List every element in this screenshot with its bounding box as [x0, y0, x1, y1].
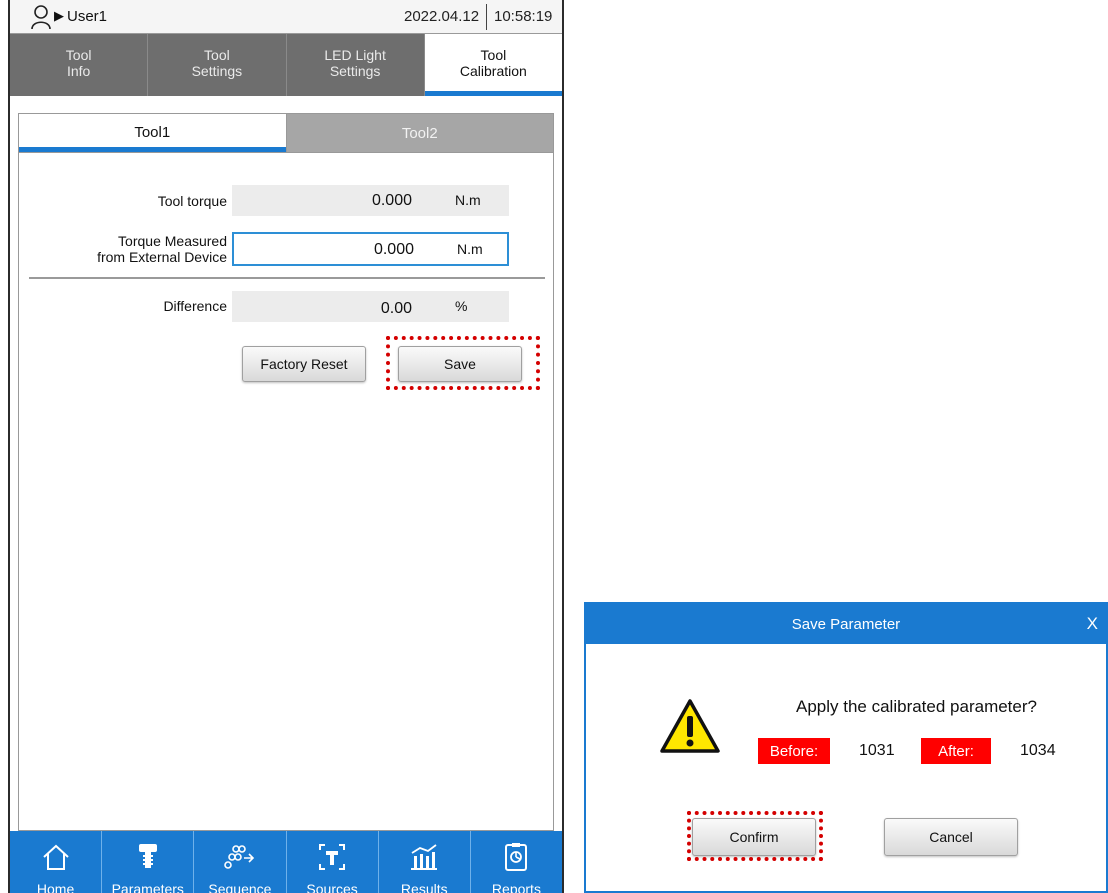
settings-tabs: Tool Info Tool Settings LED Light Settin…	[10, 34, 562, 96]
status-bar: ▶ User1 2022.04.12 10:58:19	[10, 0, 562, 34]
difference-unit: %	[455, 298, 468, 314]
nav-home[interactable]: Home	[10, 831, 103, 893]
user-name[interactable]: User1	[67, 8, 107, 25]
factory-reset-button[interactable]: Factory Reset	[242, 346, 366, 382]
nav-parameters[interactable]: Parameters	[102, 831, 195, 893]
tool-torque-field: 0.000 N.m	[232, 185, 509, 216]
nav-sequence[interactable]: Sequence	[194, 831, 287, 893]
nav-results[interactable]: Results	[379, 831, 471, 893]
tool-torque-value: 0.000	[371, 192, 412, 209]
tab-tool-settings[interactable]: Tool Settings	[148, 34, 287, 96]
nav-results-label: Results	[400, 881, 448, 893]
difference-label: Difference	[163, 298, 227, 314]
results-icon	[411, 844, 438, 870]
difference-field: 0.00 %	[232, 291, 509, 322]
cancel-button[interactable]: Cancel	[884, 818, 1018, 856]
save-highlight-marker	[386, 336, 540, 390]
reports-icon	[505, 843, 528, 871]
nav-sources[interactable]: Sources	[287, 831, 379, 893]
warning-icon	[660, 699, 720, 753]
nav-parameters-label: Parameters	[111, 881, 184, 893]
external-torque-label: Torque Measured from External Device	[97, 233, 227, 265]
tool-torque-unit: N.m	[455, 192, 481, 208]
close-icon[interactable]: X	[1087, 614, 1098, 634]
tab-tool-info[interactable]: Tool Info	[10, 34, 149, 96]
screw-icon	[138, 844, 157, 868]
dialog-title: Save Parameter	[791, 615, 901, 633]
nav-sequence-label: Sequence	[208, 881, 272, 893]
bottom-navigation: Home Parameters Sequence Sources Results…	[10, 831, 562, 893]
dialog-title-bar: Save Parameter	[586, 604, 1106, 644]
nav-reports-label: Reports	[491, 881, 541, 893]
play-arrow-icon: ▶	[54, 8, 64, 23]
dialog-message: Apply the calibrated parameter?	[796, 697, 1037, 716]
save-parameter-dialog: Save Parameter X Apply the calibrated pa…	[584, 602, 1108, 893]
external-torque-value: 0.000	[373, 241, 414, 258]
nav-home-label: Home	[36, 881, 75, 893]
tool-selector-tabs: Tool1 Tool2	[18, 113, 554, 153]
divider	[486, 4, 487, 30]
before-tag: Before:	[758, 738, 830, 764]
calibration-panel: Tool torque 0.000 N.m Torque Measured fr…	[18, 153, 554, 831]
nav-sources-label: Sources	[306, 881, 358, 893]
tab-tool1[interactable]: Tool1	[19, 114, 286, 152]
time-display: 10:58:19	[494, 8, 553, 25]
tab-tool-calibration[interactable]: Tool Calibration	[424, 34, 562, 96]
tool-torque-label: Tool torque	[157, 193, 227, 209]
sources-icon	[319, 844, 346, 870]
before-value: 1031	[859, 742, 895, 759]
external-torque-input[interactable]: 0.000 N.m	[232, 232, 509, 266]
external-torque-unit: N.m	[457, 241, 483, 257]
nav-reports[interactable]: Reports	[471, 831, 562, 893]
home-icon	[42, 844, 69, 870]
tab-tool2[interactable]: Tool2	[285, 114, 553, 152]
after-tag: After:	[921, 738, 991, 764]
date-display: 2022.04.12	[404, 8, 480, 25]
confirm-highlight-marker	[687, 811, 823, 861]
after-value: 1034	[1020, 742, 1056, 759]
tab-led-light-settings[interactable]: LED Light Settings	[287, 34, 425, 96]
sequence-icon	[224, 845, 255, 869]
user-icon[interactable]	[30, 4, 52, 30]
section-divider	[29, 277, 545, 279]
difference-value: 0.00	[380, 300, 412, 317]
device-screen: ▶ User1 2022.04.12 10:58:19 Tool Info To…	[8, 0, 564, 893]
